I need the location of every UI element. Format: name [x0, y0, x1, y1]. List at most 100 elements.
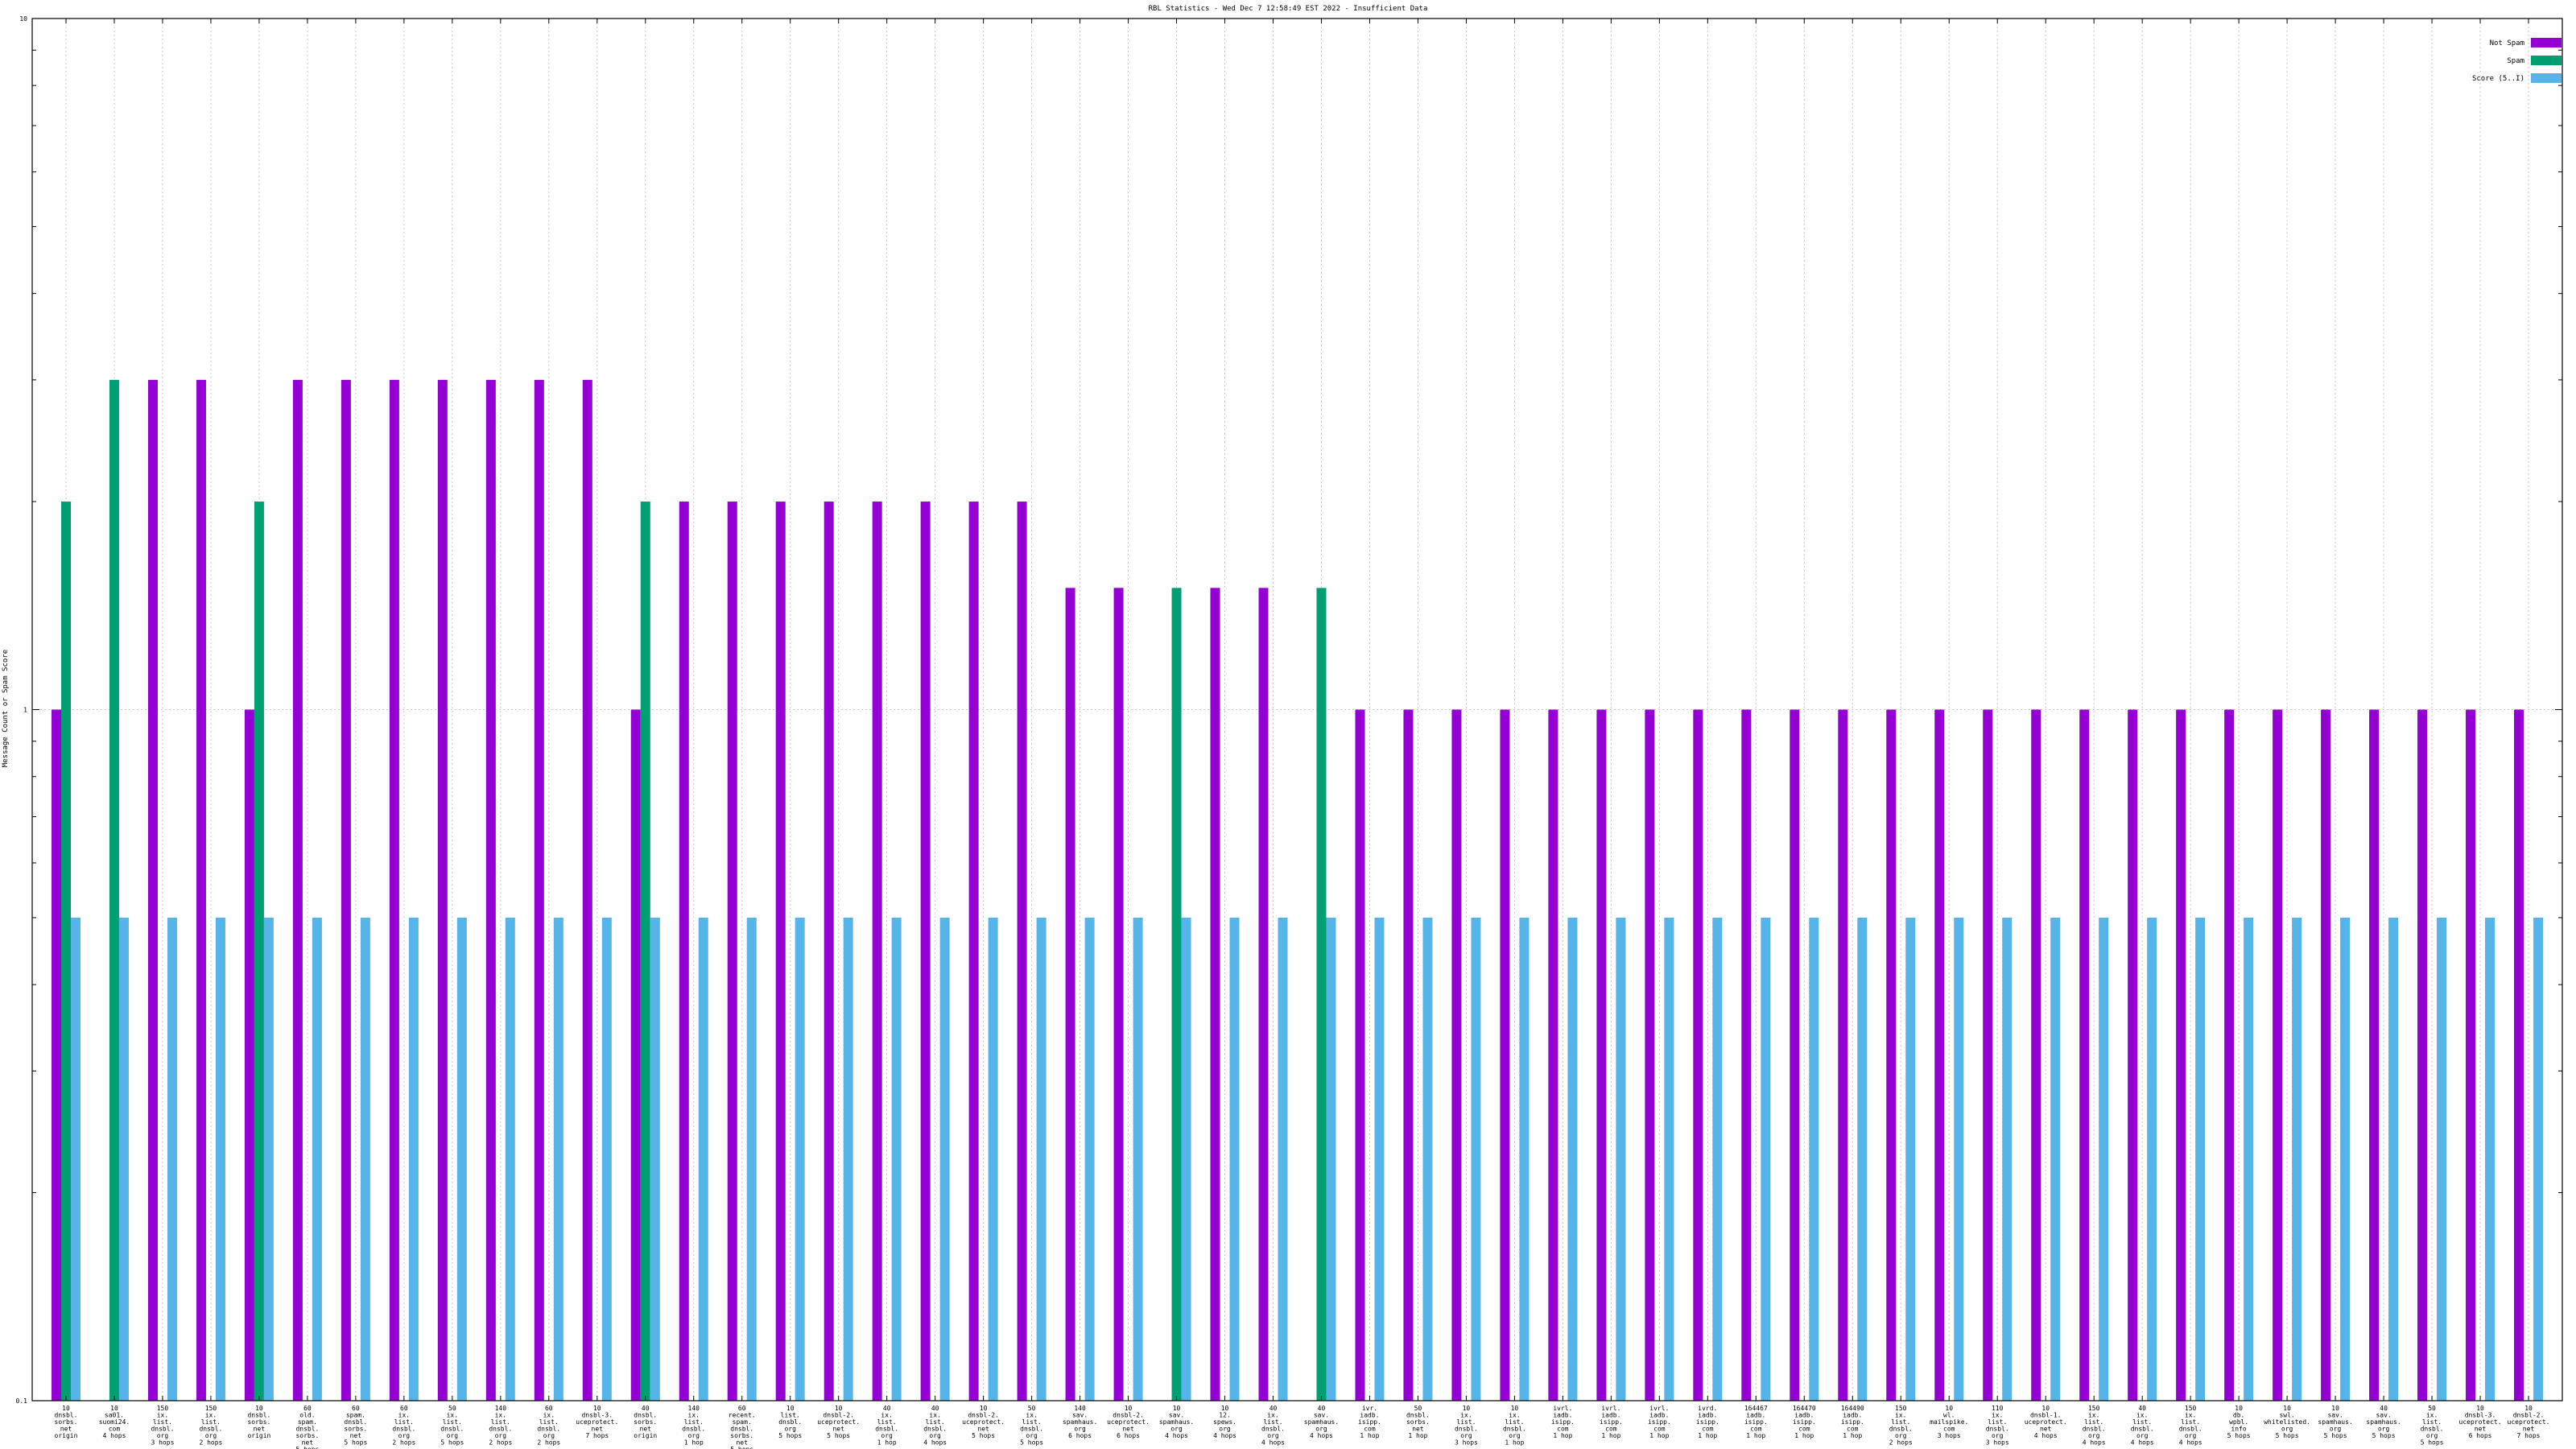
bar-not-spam: [1790, 709, 1800, 1401]
bar-score-5-i: [891, 917, 902, 1401]
rbl-statistics-chart: RBL Statistics - Wed Dec 7 12:58:49 EST …: [2, 5, 2563, 1449]
bar-score-5-i: [1133, 917, 1143, 1401]
bar-not-spam: [1113, 588, 1124, 1401]
bar-score-5-i: [2195, 917, 2206, 1401]
bar-not-spam: [1451, 709, 1462, 1401]
bar-not-spam: [1983, 709, 1993, 1401]
x-tick-label: 10 sa01. suomi24. com 4 hops: [99, 1405, 130, 1439]
x-tick-label: 10 list. dnsbl. org 5 hops: [778, 1405, 802, 1439]
x-tick-label: ivrl. iadb. isipp. com 1 hop: [1648, 1405, 1671, 1439]
legend-label: Score (5..I): [2472, 75, 2524, 83]
x-tick-label: ivrl. iadb. isipp. com 1 hop: [1600, 1405, 1623, 1439]
bar-score-5-i: [1519, 917, 1530, 1401]
bar-score-5-i: [408, 917, 419, 1401]
x-tick-label: 60recent.spam.dnsbl.sorbs.net5 hops: [729, 1405, 756, 1449]
bar-score-5-i: [215, 917, 225, 1401]
x-tick-label: 10 ix. list. dnsbl. org 3 hops: [1455, 1405, 1478, 1447]
x-tick-label: 10 dnsbl. sorbs. net origin: [55, 1405, 78, 1439]
bar-score-5-i: [1664, 917, 1674, 1401]
bar-score-5-i: [167, 917, 177, 1401]
bar-score-5-i: [1905, 917, 1916, 1401]
bar-score-5-i: [1229, 917, 1240, 1401]
bar-not-spam: [630, 709, 641, 1401]
bar-score-5-i: [601, 917, 612, 1401]
bar-not-spam: [582, 379, 592, 1402]
bar-score-5-i: [2292, 917, 2302, 1401]
x-tick-label: 150 ix. list. dnsbl. org 3 hops: [151, 1405, 174, 1447]
bar-not-spam: [2321, 709, 2331, 1401]
bar-not-spam: [2369, 709, 2380, 1401]
bar-score-5-i: [2002, 917, 2013, 1401]
bar-score-5-i: [939, 917, 950, 1401]
bar-score-5-i: [2099, 917, 2109, 1401]
bar-score-5-i: [70, 917, 80, 1401]
bar-score-5-i: [1374, 917, 1385, 1401]
bar-score-5-i: [553, 917, 564, 1401]
bar-score-5-i: [2340, 917, 2351, 1401]
legend-swatch: [2531, 38, 2562, 47]
x-tick-label: 40 sav. spamhaus. org 5 hops: [2366, 1405, 2401, 1439]
x-tick-label: 150 ix. list. dnsbl. org 4 hops: [2083, 1405, 2106, 1447]
bar-not-spam: [1355, 709, 1365, 1401]
bar-score-5-i: [312, 917, 322, 1401]
x-tick-label: 164470 iadb. isipp. com 1 hop: [1793, 1405, 1816, 1439]
bar-score-5-i: [1712, 917, 1723, 1401]
bar-not-spam: [2031, 709, 2041, 1401]
x-tick-label: 40 ix. list. dnsbl. org 1 hop: [875, 1405, 898, 1447]
bar-not-spam: [1548, 709, 1558, 1401]
bar-score-5-i: [2485, 917, 2496, 1401]
bar-not-spam: [679, 502, 689, 1402]
x-tick-label: 150 ix. list. dnsbl. org 4 hops: [2179, 1405, 2202, 1447]
x-tick-label: 60 spam. dnsbl. sorbs. net 5 hops: [344, 1405, 367, 1447]
bar-score-5-i: [988, 917, 998, 1401]
x-tick-label: 60 ix. list. dnsbl. org 2 hops: [392, 1405, 415, 1447]
x-tick-label: 50 ix. list. dnsbl. org 5 hops: [1020, 1405, 1043, 1447]
bar-score-5-i: [2388, 917, 2399, 1401]
x-tick-label: 10 dnsbl-3. uceprotect. net 6 hops: [2459, 1405, 2502, 1439]
x-tick-label: 140 sav. spamhaus. org 6 hops: [1063, 1405, 1097, 1439]
bar-score-5-i: [795, 917, 805, 1401]
x-tick-label: 10 swl. whitelisted. org 5 hops: [2264, 1405, 2310, 1439]
x-tick-label: 50 ix. list. dnsbl. org 5 hops: [440, 1405, 464, 1447]
bar-not-spam: [147, 379, 158, 1402]
bar-not-spam: [1693, 709, 1703, 1401]
x-tick-label: ivrl. iadb. isipp. com 1 hop: [1551, 1405, 1575, 1439]
bar-score-5-i: [1036, 917, 1046, 1401]
bar-spam: [109, 379, 119, 1402]
x-tick-label: 40 ix. list. dnsbl. org 4 hops: [2131, 1405, 2154, 1447]
bar-not-spam: [1741, 709, 1752, 1401]
bar-not-spam: [2176, 709, 2186, 1401]
bar-not-spam: [727, 502, 737, 1402]
bar-not-spam: [1017, 502, 1027, 1402]
x-tick-label: 110 ix. list. dnsbl. org 3 hops: [1986, 1405, 2009, 1447]
y-axis-label: Message Count or Spam Score: [2, 650, 10, 767]
bar-not-spam: [1258, 588, 1269, 1401]
bar-score-5-i: [505, 917, 515, 1401]
bar-not-spam: [2079, 709, 2090, 1401]
bar-score-5-i: [2244, 917, 2254, 1401]
bar-score-5-i: [1471, 917, 1481, 1401]
x-tick-label: 150 ix. list. dnsbl. org 2 hops: [199, 1405, 222, 1447]
x-tick-label: 40 sav. spamhaus. org 4 hops: [1304, 1405, 1339, 1439]
bar-not-spam: [1886, 709, 1897, 1401]
y-tick-label: 1: [23, 707, 27, 714]
bar-score-5-i: [2437, 917, 2447, 1401]
bar-not-spam: [1500, 709, 1510, 1401]
bar-not-spam: [824, 502, 834, 1402]
bar-score-5-i: [1567, 917, 1578, 1401]
x-tick-label: 10 dnsbl-2. uceprotect. net 5 hops: [962, 1405, 1005, 1439]
x-tick-label: 140 ix. list. dnsbl. org 2 hops: [489, 1405, 512, 1447]
bar-spam: [640, 502, 650, 1402]
bar-not-spam: [872, 502, 882, 1402]
x-tick-label: 50 dnsbl. sorbs. net 1 hop: [1406, 1405, 1430, 1439]
bar-score-5-i: [1326, 917, 1336, 1401]
bar-not-spam: [437, 379, 448, 1402]
y-tick-label: 0.1: [16, 1397, 28, 1405]
bar-score-5-i: [1761, 917, 1771, 1401]
x-tick-label: 10 dnsbl-1. uceprotect. net 4 hops: [2025, 1405, 2067, 1439]
bar-spam: [1171, 588, 1182, 1401]
bar-score-5-i: [1278, 917, 1288, 1401]
x-tick-label: 10 12. spews. org 4 hops: [1213, 1405, 1236, 1439]
bar-score-5-i: [1616, 917, 1626, 1401]
bars: [51, 379, 2544, 1402]
